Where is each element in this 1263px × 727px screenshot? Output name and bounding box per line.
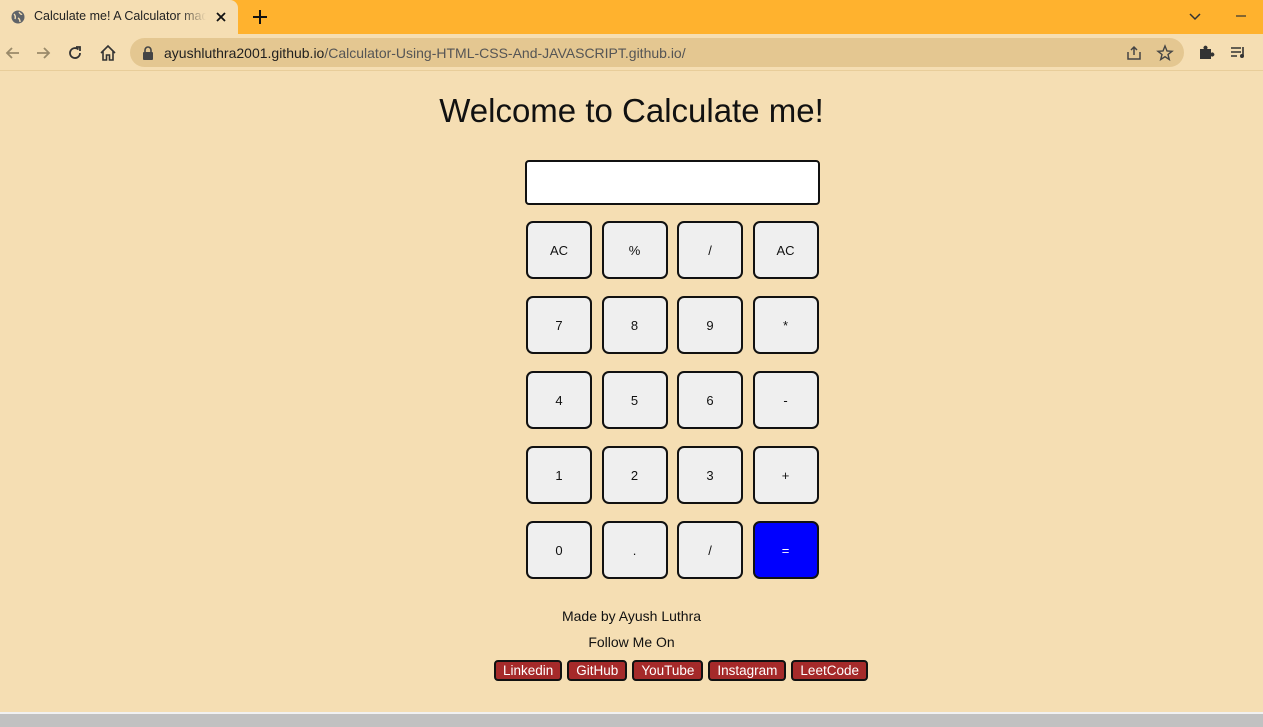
forward-arrow-icon[interactable]	[33, 43, 53, 63]
horizontal-scrollbar[interactable]	[0, 712, 1263, 727]
calculator-keypad: AC % / AC 7 8 9 * 4 5 6 - 1 2 3 + 0 . / …	[526, 221, 820, 579]
active-tab[interactable]: Calculate me! A Calculator made using HT…	[0, 0, 238, 34]
scrollbar-thumb[interactable]	[0, 714, 1263, 727]
browser-toolbar: ayushluthra2001.github.io/Calculator-Usi…	[0, 34, 1263, 71]
share-icon[interactable]	[1125, 44, 1143, 62]
social-links: Linkedin GitHub YouTube Instagram LeetCo…	[494, 660, 868, 681]
lock-icon[interactable]	[142, 46, 154, 60]
url-text: ayushluthra2001.github.io/Calculator-Usi…	[164, 45, 686, 61]
follow-me-text: Follow Me On	[588, 634, 675, 650]
digit-7-button[interactable]: 7	[526, 296, 592, 354]
puzzle-icon[interactable]	[1197, 43, 1215, 61]
tab-title: Calculate me! A Calculator made using HT…	[34, 9, 206, 23]
digit-6-button[interactable]: 6	[677, 371, 743, 429]
divide-button-2[interactable]: /	[677, 521, 743, 579]
plus-icon[interactable]	[251, 8, 269, 26]
add-button[interactable]: +	[752, 446, 819, 504]
tab-strip: Calculate me! A Calculator made using HT…	[0, 0, 1263, 34]
globe-icon	[11, 10, 25, 24]
percent-button[interactable]: %	[601, 221, 668, 279]
decimal-button[interactable]: .	[601, 521, 668, 579]
multiply-button[interactable]: *	[752, 296, 819, 354]
address-bar[interactable]: ayushluthra2001.github.io/Calculator-Usi…	[130, 38, 1184, 67]
digit-4-button[interactable]: 4	[526, 371, 592, 429]
digit-0-button[interactable]: 0	[526, 521, 592, 579]
digit-1-button[interactable]: 1	[526, 446, 592, 504]
digit-3-button[interactable]: 3	[677, 446, 743, 504]
star-icon[interactable]	[1156, 44, 1174, 62]
digit-9-button[interactable]: 9	[677, 296, 743, 354]
all-clear-button[interactable]: AC	[526, 221, 592, 279]
close-icon[interactable]	[213, 9, 229, 25]
all-clear-button-2[interactable]: AC	[752, 221, 819, 279]
linkedin-button[interactable]: Linkedin	[494, 660, 563, 681]
digit-5-button[interactable]: 5	[601, 371, 668, 429]
instagram-button[interactable]: Instagram	[708, 660, 787, 681]
home-icon[interactable]	[98, 43, 118, 63]
divide-button[interactable]: /	[677, 221, 743, 279]
page-title: Welcome to Calculate me!	[439, 92, 824, 129]
url-path: /Calculator-Using-HTML-CSS-And-JAVASCRIP…	[324, 45, 686, 61]
github-button[interactable]: GitHub	[567, 660, 628, 681]
made-by-text: Made by Ayush Luthra	[561, 608, 702, 624]
subtract-button[interactable]: -	[752, 371, 819, 429]
minimize-icon[interactable]	[1233, 8, 1249, 24]
calculator-display[interactable]	[525, 160, 820, 205]
reading-list-icon[interactable]	[1229, 43, 1247, 61]
url-domain: ayushluthra2001.github.io	[164, 45, 325, 61]
back-arrow-icon[interactable]	[3, 43, 23, 63]
youtube-button[interactable]: YouTube	[632, 660, 704, 681]
digit-2-button[interactable]: 2	[601, 446, 668, 504]
reload-icon[interactable]	[65, 43, 85, 63]
equals-button[interactable]: =	[752, 521, 819, 579]
chevron-down-icon[interactable]	[1187, 8, 1203, 24]
digit-8-button[interactable]: 8	[601, 296, 668, 354]
leetcode-button[interactable]: LeetCode	[791, 660, 868, 681]
